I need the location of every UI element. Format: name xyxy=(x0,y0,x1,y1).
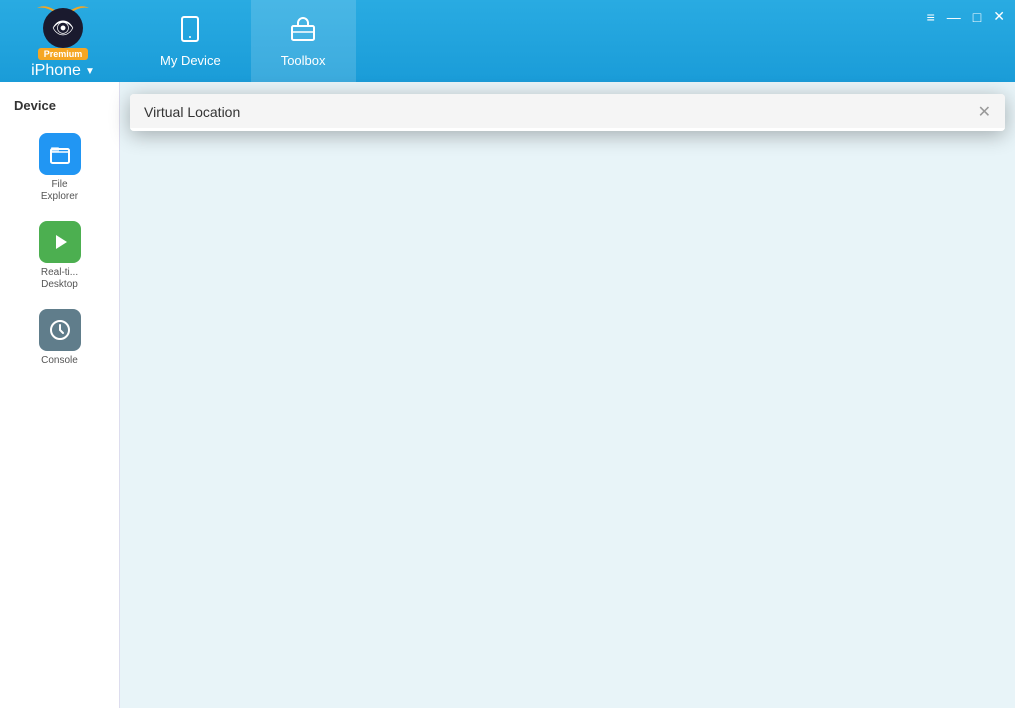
premium-badge: Premium xyxy=(38,48,89,60)
file-explorer-label: FileExplorer xyxy=(41,179,78,203)
tab-toolbox[interactable]: Toolbox xyxy=(251,0,356,82)
tab-toolbox-label: Toolbox xyxy=(281,53,326,68)
menu-btn[interactable]: ≡ xyxy=(927,8,935,25)
sidebar-title: Device xyxy=(0,92,119,121)
logo-area: 👁 Premium iPhone ▼ xyxy=(0,0,130,88)
virtual-location-dialog: Virtual Location ✕ Map Satellite Go Stop… xyxy=(130,94,1005,131)
window-controls: ≡ — □ ✕ xyxy=(927,8,1005,25)
device-name[interactable]: iPhone ▼ xyxy=(31,62,95,80)
minimize-btn[interactable]: — xyxy=(947,8,961,25)
toolbox-icon xyxy=(289,15,317,49)
nav-tabs: My Device Toolbox xyxy=(130,0,356,82)
close-btn[interactable]: ✕ xyxy=(993,8,1005,25)
my-device-icon xyxy=(176,15,204,49)
realtime-label: Real-ti...Desktop xyxy=(41,267,78,291)
map-toolbar: Map Satellite Go Stop Simulation xyxy=(130,128,1005,131)
device-dropdown-arrow: ▼ xyxy=(85,66,95,77)
dialog-close-btn[interactable]: ✕ xyxy=(978,102,991,122)
main-content: Virtual Location ✕ Map Satellite Go Stop… xyxy=(120,82,1015,708)
dialog-title: Virtual Location xyxy=(144,104,240,120)
sidebar-item-realtime[interactable]: Real-ti...Desktop xyxy=(0,215,119,297)
console-icon xyxy=(39,309,81,351)
dialog-header: Virtual Location ✕ xyxy=(130,94,1005,131)
sidebar-item-console[interactable]: Console xyxy=(0,303,119,373)
sidebar-item-file-explorer[interactable]: FileExplorer xyxy=(0,127,119,209)
app-logo: 👁 xyxy=(43,8,83,48)
dialog-overlay: Virtual Location ✕ Map Satellite Go Stop… xyxy=(120,82,1015,708)
tab-my-device[interactable]: My Device xyxy=(130,0,251,82)
console-label: Console xyxy=(41,355,78,367)
sidebar: Device FileExplorer Real-ti...Desktop Co… xyxy=(0,82,120,708)
tab-my-device-label: My Device xyxy=(160,53,221,68)
maximize-btn[interactable]: □ xyxy=(973,8,981,25)
main-header: 👁 Premium iPhone ▼ My Device Toolbox xyxy=(0,0,1015,82)
file-explorer-icon xyxy=(39,133,81,175)
realtime-icon xyxy=(39,221,81,263)
